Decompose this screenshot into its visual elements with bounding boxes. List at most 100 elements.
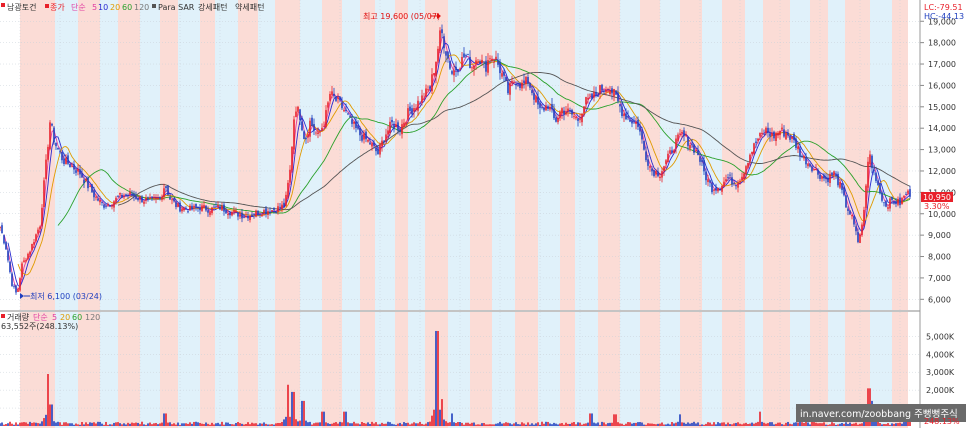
- candle-body: [23, 260, 25, 262]
- volume-bar: [131, 422, 133, 426]
- volume-bar: [553, 422, 555, 426]
- volume-bar: [1, 422, 3, 426]
- candle-body: [611, 88, 613, 94]
- price-tick-label: 12,000: [928, 167, 956, 176]
- candle-body: [93, 190, 95, 198]
- volume-bar: [625, 423, 627, 426]
- candle-body: [845, 195, 847, 208]
- volume-bar: [13, 424, 15, 426]
- volume-bar: [815, 422, 817, 426]
- volume-bar: [105, 421, 107, 426]
- candle-body: [477, 61, 479, 63]
- volume-bar: [787, 421, 789, 426]
- candle-body: [401, 124, 403, 135]
- candle-body: [391, 119, 393, 123]
- volume-bar: [559, 423, 561, 426]
- candle-body: [427, 89, 429, 91]
- candle-body: [549, 107, 551, 110]
- candle-body: [223, 204, 225, 212]
- candle-body: [909, 189, 911, 197]
- volume-bar: [323, 411, 325, 426]
- candle-body: [129, 191, 131, 195]
- candle-body: [703, 160, 705, 172]
- candle-body: [839, 182, 841, 188]
- candle-body: [671, 150, 673, 153]
- candle-body: [677, 134, 679, 142]
- volume-bar: [101, 423, 103, 426]
- volume-bar: [257, 424, 259, 426]
- volume-bar: [271, 424, 273, 426]
- candle-body: [29, 251, 31, 255]
- pattern-band: [560, 312, 575, 428]
- candle-body: [759, 132, 761, 137]
- volume-bar: [89, 422, 91, 426]
- pattern-band: [375, 0, 395, 310]
- volume-bar: [879, 423, 881, 426]
- candle-body: [503, 72, 505, 76]
- candle-body: [685, 134, 687, 137]
- candle-body: [757, 138, 759, 141]
- volume-bar: [757, 421, 759, 426]
- volume-bar: [441, 399, 443, 426]
- volume-bar: [575, 424, 577, 426]
- candle-body: [355, 121, 357, 129]
- candle-body: [377, 148, 379, 155]
- volume-bar: [307, 422, 309, 426]
- candle-body: [305, 138, 307, 140]
- candle-body: [567, 108, 569, 112]
- candle-body: [573, 116, 575, 118]
- volume-bar: [861, 423, 863, 426]
- candle-body: [75, 170, 77, 173]
- volume-bar: [223, 424, 225, 426]
- volume-bar: [817, 423, 819, 426]
- pattern-band: [215, 0, 238, 310]
- volume-bar: [807, 422, 809, 426]
- volume-bar: [705, 423, 707, 426]
- candle-body: [877, 180, 879, 186]
- volume-bar: [767, 423, 769, 426]
- volume-bar: [631, 423, 633, 426]
- volume-bar: [727, 422, 729, 426]
- volume-bar: [251, 422, 253, 426]
- candle-body: [367, 139, 369, 142]
- volume-bar: [691, 422, 693, 426]
- volume-bar: [139, 424, 141, 426]
- ma10-label: 10: [98, 3, 108, 12]
- candle-body: [291, 146, 293, 171]
- candle-body: [559, 111, 561, 118]
- price-tick-label: 13,000: [928, 146, 956, 155]
- volume-bar: [401, 424, 403, 426]
- volume-bar: [419, 421, 421, 426]
- pattern-band: [322, 0, 342, 310]
- pattern-band: [470, 312, 492, 428]
- candle-body: [431, 74, 433, 92]
- volume-bar: [593, 422, 595, 426]
- volume-bar: [711, 424, 713, 426]
- candle-body: [729, 174, 731, 176]
- volume-bar: [27, 423, 29, 426]
- volume-bar: [275, 423, 277, 426]
- candle-body: [727, 177, 729, 178]
- pattern-band: [575, 312, 598, 428]
- candle-body: [847, 208, 849, 211]
- volume-bar: [529, 424, 531, 426]
- pattern-band: [215, 312, 238, 428]
- candle-body: [651, 168, 653, 172]
- pattern-band: [892, 0, 908, 310]
- pattern-band: [702, 312, 722, 428]
- volume-bar: [577, 422, 579, 426]
- volume-bar: [549, 423, 551, 426]
- candle-body: [747, 162, 749, 168]
- volume-bar: [813, 422, 815, 426]
- volume-bar: [555, 423, 557, 426]
- volume-bar: [573, 422, 575, 426]
- pattern-band: [870, 0, 892, 310]
- volume-bar: [383, 423, 385, 426]
- candle-body: [779, 130, 781, 136]
- volume-bar: [209, 424, 211, 426]
- volume-bar: [769, 422, 771, 426]
- candle-body: [469, 56, 471, 69]
- candle-body: [711, 183, 713, 193]
- candle-body: [113, 201, 115, 208]
- candle-body: [145, 197, 147, 201]
